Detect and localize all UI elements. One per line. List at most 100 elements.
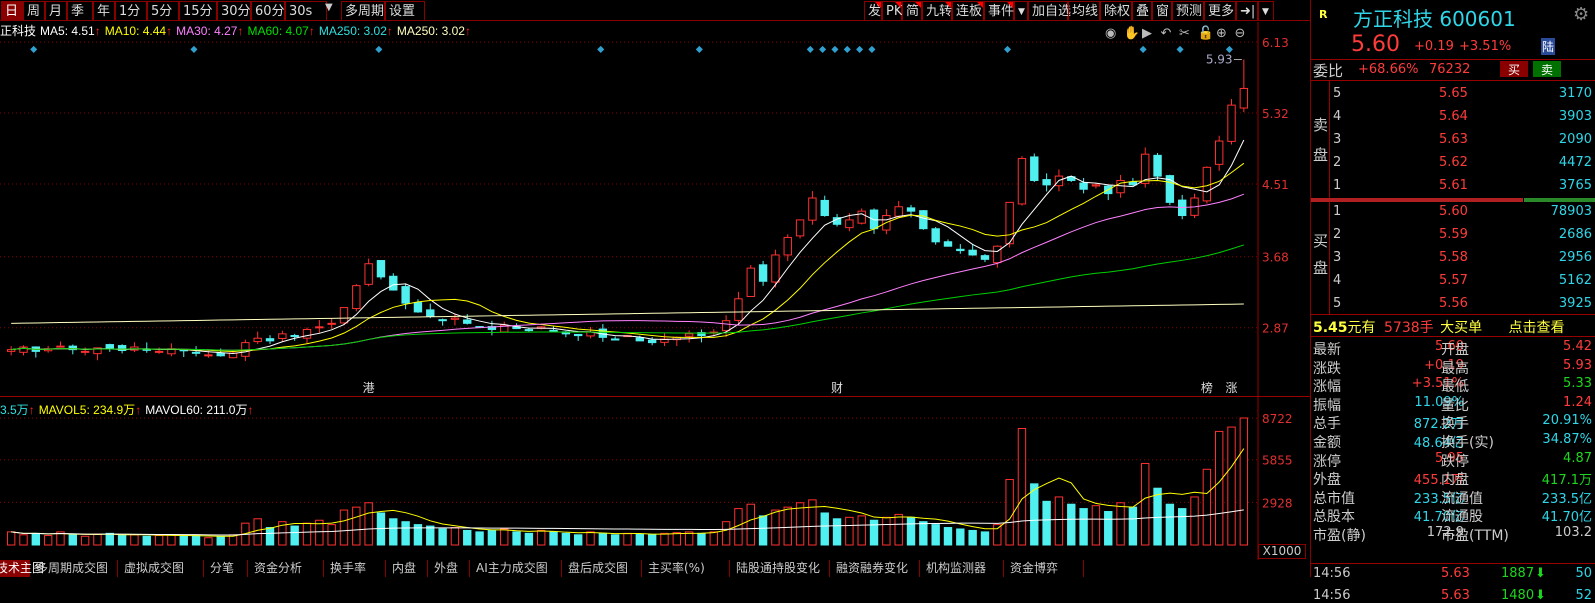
gear-icon[interactable]: ⚙ (1573, 4, 1589, 25)
event-label[interactable]: 榜 (1201, 380, 1213, 395)
stat-value: 103.2 (1554, 525, 1592, 540)
candle-body (463, 319, 472, 324)
vol-tick-label: 5855 (1262, 454, 1293, 468)
chevron-down-icon[interactable]: ▼ (1014, 1, 1028, 21)
bottom-tab[interactable]: 融资融券变化 (830, 560, 920, 577)
volume-bar (1239, 417, 1249, 546)
event-marker-icon[interactable] (856, 45, 864, 53)
bottom-tab[interactable]: 内盘 (386, 560, 428, 577)
period-tab[interactable]: 季 (67, 1, 93, 21)
candle-body (573, 333, 583, 337)
chevron-down-icon[interactable]: ▼ (1258, 1, 1274, 21)
period-tab[interactable]: 60分 (251, 1, 285, 21)
event-marker-icon[interactable] (375, 45, 383, 53)
bottom-tab[interactable]: 虚拟成交图 (118, 560, 204, 577)
zoom-in-icon[interactable]: ⊕ (1216, 26, 1227, 41)
event-marker-icon[interactable] (695, 45, 703, 53)
event-marker-icon[interactable] (831, 45, 839, 53)
event-label[interactable]: 财 (831, 381, 843, 395)
tool-button[interactable]: 更多 (1204, 1, 1236, 21)
volume-bar (783, 506, 792, 546)
period-tab[interactable]: 周 (23, 1, 45, 21)
period-tab[interactable]: 15分 (179, 1, 217, 21)
event-marker-icon[interactable] (819, 45, 827, 53)
bottom-tab[interactable]: 主买率(%) (642, 560, 730, 577)
volume-bar (549, 531, 558, 546)
level-price: 5.60 (1439, 204, 1468, 219)
volume-bar (1128, 506, 1138, 546)
chevron-down-icon[interactable]: ▼ (325, 2, 333, 13)
tool-button[interactable]: 均线 (1068, 1, 1100, 21)
period-tab[interactable]: 日 (1, 1, 23, 21)
tool-button[interactable]: 加自选 (1028, 1, 1071, 21)
period-tab[interactable]: 年 (93, 1, 115, 21)
period-tab[interactable]: 1分 (115, 1, 147, 21)
volume-bar (993, 524, 1002, 546)
event-marker-icon[interactable] (1176, 45, 1184, 53)
bottom-tab[interactable]: 机构监测器 (920, 560, 1004, 577)
volume-bar (191, 535, 201, 546)
event-label[interactable]: 涨 (1226, 380, 1238, 395)
period-tab[interactable]: 设置 (385, 1, 425, 21)
buy-button[interactable]: 买 (1500, 61, 1528, 77)
bottom-tab[interactable]: 多周期成交图 (30, 560, 118, 577)
event-marker-icon[interactable] (1139, 45, 1147, 53)
bottom-tab[interactable]: 盘后成交图 (562, 560, 642, 577)
bottom-tab[interactable]: 资金博弈 (1004, 560, 1084, 577)
period-tab[interactable]: 30s (285, 1, 327, 21)
event-marker-icon[interactable] (597, 45, 605, 53)
bottom-tab[interactable]: 外盘 (428, 560, 470, 577)
tool-button[interactable]: 除权 (1100, 1, 1132, 21)
volume-bar (80, 535, 90, 546)
stat-label: 最高 (1441, 360, 1469, 377)
tool-button[interactable]: 简 (902, 1, 922, 21)
event-marker-icon[interactable] (190, 45, 198, 53)
event-marker-icon[interactable] (843, 45, 851, 53)
bottom-tab[interactable]: 资金分析 (248, 560, 324, 577)
big-order-banner[interactable]: 5.45元有 5738手 大买单 点击查看 (1313, 317, 1565, 337)
eye-icon[interactable]: ◉ (1105, 26, 1116, 41)
bottom-tab[interactable]: 技术主图 (0, 560, 44, 577)
tool-button[interactable]: 连板 (952, 1, 984, 21)
collapse-panel-icon[interactable]: ➜| (1236, 1, 1258, 21)
zoom-out-icon[interactable]: ⊖ (1235, 26, 1246, 41)
volume-bar (586, 531, 595, 546)
volume-bar (475, 531, 484, 546)
event-marker-icon[interactable] (806, 45, 814, 53)
price-tick-label: 5.32 (1262, 107, 1289, 121)
last-price: 5.60 (1351, 32, 1400, 57)
tool-button[interactable]: 预测 (1172, 1, 1204, 21)
period-tab[interactable]: 月 (45, 1, 67, 21)
volume-bar (968, 529, 977, 546)
event-marker-icon[interactable] (1003, 45, 1012, 53)
candle-body (931, 228, 940, 243)
tool-button[interactable]: 叠 (1132, 1, 1152, 21)
event-marker-icon[interactable] (30, 45, 38, 53)
volume-bar (253, 518, 262, 546)
sell-button[interactable]: 卖 (1533, 61, 1561, 77)
lock-icon[interactable]: 🔓 (1198, 25, 1214, 41)
bottom-tab[interactable]: AI主力成交图 (470, 560, 562, 577)
period-tab[interactable]: 多周期 (341, 1, 385, 21)
event-marker-icon[interactable] (868, 45, 876, 53)
tool-button[interactable]: 窗 (1152, 1, 1172, 21)
period-tab[interactable]: 5分 (147, 1, 179, 21)
hand-icon[interactable]: ✋ (1124, 25, 1140, 41)
ma60-line (11, 244, 1244, 351)
undo-icon[interactable]: ↶ (1161, 26, 1172, 41)
play-icon[interactable]: ▶ (1142, 26, 1152, 41)
tool-button[interactable]: 发 (864, 1, 882, 21)
bottom-tab[interactable]: 分笔 (204, 560, 248, 577)
tool-button[interactable]: 事件 (984, 1, 1014, 21)
tool-button[interactable]: PK (882, 1, 902, 21)
kline-chart[interactable]: 6.13 5.32 4.51 3.68 2.87 8722 5855 2928 5.93 港 财 榜涨… (0, 22, 1310, 560)
tool-button[interactable]: 九转 (922, 1, 952, 21)
bottom-tab[interactable]: 陆股通持股变化 (730, 560, 830, 577)
event-label[interactable]: 港 (363, 381, 375, 395)
view-link[interactable]: 点击查看 (1509, 320, 1565, 336)
stat-label: 总股本 (1313, 509, 1355, 526)
level-index: 2 (1333, 227, 1342, 242)
scissors-icon[interactable]: ✂ (1179, 26, 1190, 41)
period-tab[interactable]: 30分 (217, 1, 251, 21)
bottom-tab[interactable]: 换手率 (324, 560, 386, 577)
